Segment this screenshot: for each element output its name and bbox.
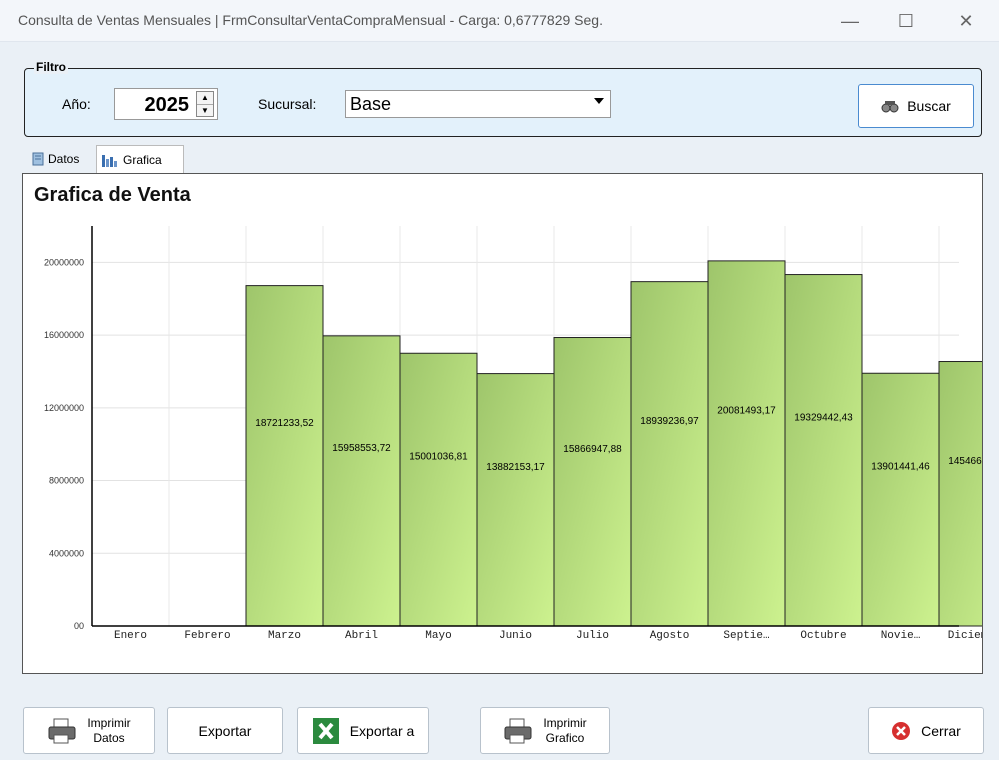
- printer-icon: [504, 718, 532, 743]
- x-tick-label: Julio: [576, 630, 609, 642]
- x-tick-label: Febrero: [184, 630, 230, 642]
- print-chart-label: Imprimir Grafico: [543, 715, 587, 745]
- bar: [630, 281, 709, 627]
- close-label: Cerrar: [921, 722, 961, 739]
- x-tick-label: Abril: [345, 630, 378, 642]
- x-tick-label: Agosto: [650, 630, 690, 642]
- year-spinner[interactable]: ▲ ▼: [196, 91, 214, 117]
- bar-value-label: 15001036,81: [409, 452, 468, 463]
- bar-value-label: 13901441,46: [871, 462, 930, 473]
- bar-value-label: 15958553,72: [332, 443, 391, 454]
- document-icon: [32, 152, 44, 165]
- export-label: Exportar: [198, 722, 252, 739]
- print-data-button[interactable]: Imprimir Datos: [23, 707, 155, 754]
- print-data-label: Imprimir Datos: [87, 715, 131, 745]
- bar-value-label: 15866947,88: [563, 444, 622, 455]
- tab-grafica[interactable]: Grafica: [96, 145, 184, 173]
- bar-value-label: 20081493,17: [717, 405, 776, 416]
- y-tick-label: 00: [74, 621, 84, 631]
- bar-value-label: 19329442,43: [794, 412, 853, 423]
- title-bar: Consulta de Ventas Mensuales | FrmConsul…: [0, 0, 999, 42]
- printer-icon: [48, 718, 76, 743]
- x-tick-label: Octubre: [800, 630, 846, 642]
- branch-label: Sucursal:: [258, 96, 317, 112]
- bar: [553, 337, 632, 627]
- maximize-button[interactable]: ☐: [884, 6, 928, 36]
- sales-chart: 00 4000000 8000000 12000000 16000000 20000000…: [44, 226, 982, 642]
- bar-value-label: 18939236,97: [640, 416, 699, 427]
- export-to-label: Exportar a: [349, 722, 415, 739]
- x-tick-label: Diciembre: [948, 630, 982, 642]
- chevron-down-icon[interactable]: [594, 98, 604, 104]
- spin-up-icon[interactable]: ▲: [197, 92, 213, 104]
- bar: [245, 285, 324, 627]
- year-value[interactable]: 2025: [145, 94, 190, 117]
- tab-datos-label: Datos: [48, 151, 80, 166]
- close-window-button[interactable]: ✕: [944, 6, 988, 36]
- y-tick-label: 8000000: [49, 476, 84, 486]
- x-tick-label: Septie…: [723, 630, 769, 642]
- export-to-button[interactable]: Exportar a: [297, 707, 429, 754]
- export-button[interactable]: Exportar: [167, 707, 283, 754]
- x-tick-label: Enero: [114, 630, 147, 642]
- year-label: Año:: [62, 96, 91, 112]
- year-stepper[interactable]: 2025 ▲ ▼: [114, 88, 218, 120]
- tab-datos[interactable]: Datos: [28, 146, 96, 171]
- x-tick-label: Marzo: [268, 630, 301, 642]
- x-tick-label: Junio: [499, 630, 532, 642]
- bar: [322, 335, 401, 627]
- bar: [399, 352, 478, 627]
- bar: [707, 260, 786, 627]
- window-title: Consulta de Ventas Mensuales | FrmConsul…: [18, 12, 603, 28]
- bar-value-label: 14546632,47: [948, 456, 982, 467]
- excel-icon: [312, 717, 339, 744]
- branch-value: Base: [350, 94, 392, 114]
- search-label: Buscar: [907, 98, 951, 114]
- search-button[interactable]: Buscar: [858, 84, 974, 128]
- bar-chart-icon: [102, 154, 117, 167]
- bar-value-label: 18721233,52: [255, 418, 314, 429]
- minimize-button[interactable]: —: [828, 6, 872, 36]
- y-tick-label: 4000000: [49, 548, 84, 558]
- close-button[interactable]: Cerrar: [868, 707, 984, 754]
- spin-down-icon[interactable]: ▼: [197, 104, 213, 116]
- bar: [784, 274, 863, 627]
- y-tick-label: 20000000: [44, 257, 84, 267]
- x-tick-label: Novie…: [881, 630, 921, 642]
- binoculars-icon: [881, 101, 899, 113]
- y-tick-label: 16000000: [44, 330, 84, 340]
- bar: [861, 372, 940, 627]
- bar: [476, 373, 555, 627]
- bar: [938, 361, 982, 627]
- x-tick-label: Mayo: [425, 630, 451, 642]
- bar-value-label: 13882153,17: [486, 462, 545, 473]
- filter-legend: Filtro: [34, 60, 68, 74]
- y-tick-label: 12000000: [44, 403, 84, 413]
- print-chart-button[interactable]: Imprimir Grafico: [480, 707, 610, 754]
- tab-grafica-label: Grafica: [123, 152, 162, 167]
- branch-select[interactable]: Base: [345, 90, 611, 118]
- cancel-icon: [892, 721, 911, 740]
